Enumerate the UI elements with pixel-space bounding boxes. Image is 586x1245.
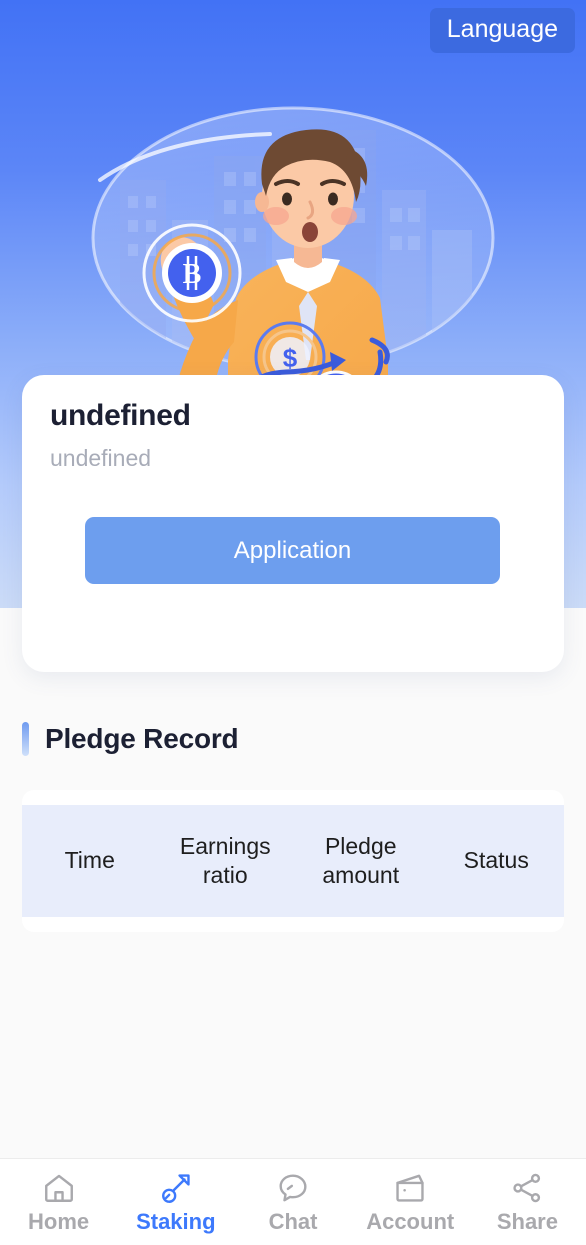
svg-text:$: $ — [283, 343, 298, 373]
application-button[interactable]: Application — [85, 517, 500, 584]
tab-staking-label: Staking — [136, 1209, 216, 1234]
tab-staking[interactable]: Staking — [117, 1171, 234, 1233]
table-header-row: Time Earnings ratio Pledge amount Status — [22, 805, 564, 917]
pledge-record-header: Pledge Record — [22, 722, 239, 756]
tab-chat-label: Chat — [268, 1209, 318, 1234]
card-title: undefined — [50, 399, 191, 432]
wallet-icon — [393, 1171, 427, 1205]
table-column-earnings-ratio: Earnings ratio — [179, 832, 271, 888]
tab-share[interactable]: Share — [469, 1171, 586, 1233]
page-title: Pledge Record — [45, 723, 239, 754]
tab-home[interactable]: Home — [0, 1171, 117, 1233]
home-icon — [42, 1171, 76, 1205]
share-icon — [510, 1171, 544, 1205]
shovel-icon — [159, 1171, 193, 1205]
table-column-pledge-amount: Pledge amount — [322, 832, 400, 888]
svg-text:B: B — [183, 259, 202, 290]
crypto-exchange-illustration: B $ B — [0, 60, 586, 420]
staking-info-card: undefined undefined Application — [22, 375, 564, 672]
bottom-navigation: Home Staking Chat Account Share — [0, 1158, 586, 1245]
tab-chat[interactable]: Chat — [234, 1171, 351, 1233]
tab-share-label: Share — [496, 1209, 558, 1234]
tab-account[interactable]: Account — [352, 1171, 469, 1233]
language-button[interactable]: Language — [429, 8, 575, 53]
tab-account-label: Account — [366, 1209, 455, 1234]
chat-icon — [276, 1171, 310, 1205]
tab-home-label: Home — [28, 1209, 90, 1234]
table-column-time: Time — [64, 847, 115, 874]
accent-bar — [22, 722, 29, 756]
table-column-status: Status — [463, 847, 529, 874]
card-subtitle: undefined — [50, 444, 152, 471]
pledge-record-table: Time Earnings ratio Pledge amount Status — [22, 790, 564, 932]
